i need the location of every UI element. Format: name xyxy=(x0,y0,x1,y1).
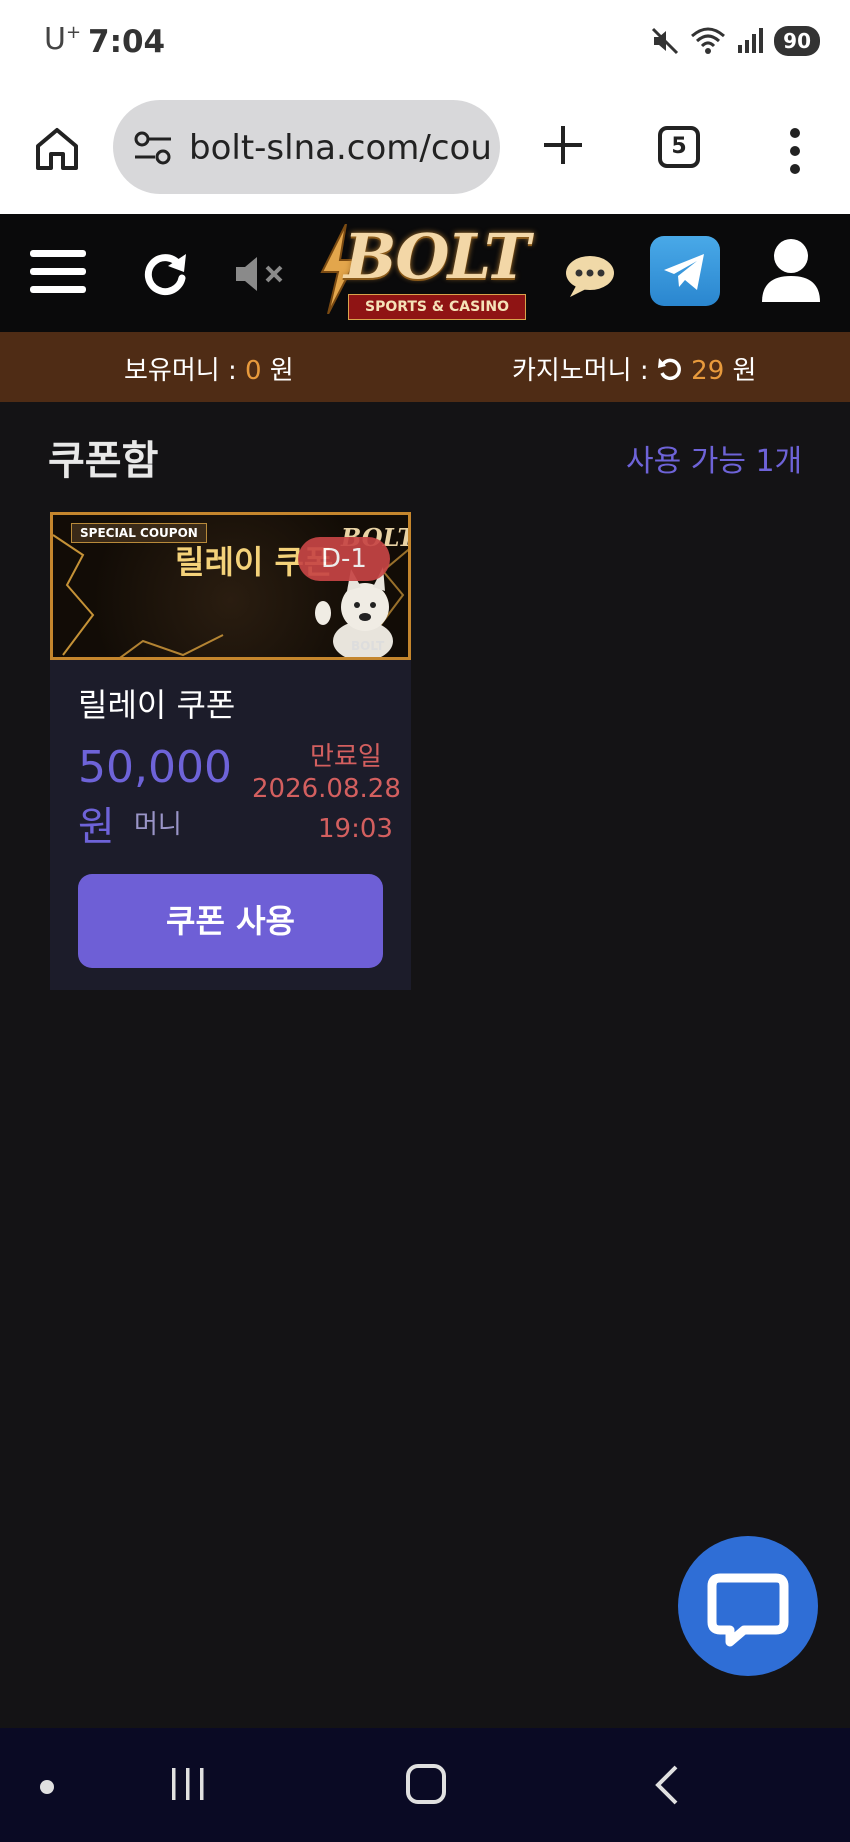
balance-bar: 보유머니 : 0 원 카지노머니 : 29 원 xyxy=(0,332,850,402)
coupon-amount: 50,000 xyxy=(78,742,232,793)
chat-bubble-icon[interactable] xyxy=(564,254,616,298)
expiry-time: 19:03 xyxy=(318,814,393,844)
live-chat-button[interactable] xyxy=(678,1536,818,1676)
carrier-label: U+ xyxy=(44,22,82,57)
wifi-icon xyxy=(691,27,726,54)
new-tab-icon[interactable] xyxy=(538,120,588,170)
refresh-icon[interactable] xyxy=(140,248,190,298)
casino-money-unit: 원 xyxy=(724,356,757,386)
nav-indicator-dot xyxy=(40,1780,54,1794)
coupon-amount-unit: 원 xyxy=(78,804,115,850)
expiry-label: 만료일 xyxy=(310,742,382,772)
coupon-card: SPECIAL COUPON 릴레이 쿠폰 BOLT D-1 BOLT 릴레이 … xyxy=(50,512,411,990)
coupon-money-label: 머니 xyxy=(134,810,182,840)
telegram-button[interactable] xyxy=(650,236,720,306)
address-bar[interactable]: bolt-slna.com/cou xyxy=(113,100,500,194)
more-menu-icon[interactable] xyxy=(780,126,810,176)
site-header: BOLT SPORTS & CASINO xyxy=(0,214,850,332)
back-icon[interactable] xyxy=(652,1764,682,1806)
expiry-date: 2026.08.28 xyxy=(252,774,401,804)
clock: 7:04 xyxy=(88,24,166,60)
banner-brand-small: BOLT xyxy=(351,639,385,653)
site-settings-icon[interactable] xyxy=(133,130,173,166)
url-text: bolt-slna.com/cou xyxy=(189,128,492,168)
holding-money: 보유머니 : 0 원 xyxy=(124,350,294,387)
mute-status-icon xyxy=(652,27,679,55)
logo-wordmark: BOLT xyxy=(344,220,530,293)
refresh-balance-icon[interactable] xyxy=(657,356,683,382)
holding-money-label: 보유머니 : xyxy=(124,356,245,386)
holding-money-unit: 원 xyxy=(261,356,294,386)
telegram-icon xyxy=(664,254,704,290)
chat-icon xyxy=(707,1573,789,1647)
coupon-banner: SPECIAL COUPON 릴레이 쿠폰 BOLT D-1 BOLT xyxy=(50,512,411,660)
system-nav-bar xyxy=(0,1728,850,1842)
available-count: 사용 가능 1개 xyxy=(626,444,803,479)
hamburger-menu-icon[interactable] xyxy=(30,248,86,296)
sound-muted-icon[interactable] xyxy=(234,254,286,294)
browser-toolbar: bolt-slna.com/cou 5 xyxy=(0,90,850,216)
logo-subtitle: SPORTS & CASINO xyxy=(348,294,526,320)
signal-icon xyxy=(738,28,764,53)
use-coupon-button[interactable]: 쿠폰 사용 xyxy=(78,874,383,968)
coupon-name: 릴레이 쿠폰 xyxy=(78,686,236,724)
page-title: 쿠폰함 xyxy=(48,438,159,484)
battery-badge: 90 xyxy=(774,26,820,56)
home-icon[interactable] xyxy=(32,124,82,174)
bolt-logo[interactable]: BOLT SPORTS & CASINO xyxy=(314,220,538,322)
dday-badge: D-1 xyxy=(298,537,390,581)
tab-switcher-button[interactable]: 5 xyxy=(658,126,700,168)
recent-apps-icon[interactable] xyxy=(168,1766,208,1802)
status-icons: 90 xyxy=(650,26,820,56)
home-nav-icon[interactable] xyxy=(406,1764,446,1804)
status-bar: U+ 7:04 90 xyxy=(0,0,850,90)
user-profile-icon[interactable] xyxy=(760,236,822,306)
casino-money: 카지노머니 : 29 원 xyxy=(512,350,756,387)
holding-money-value: 0 xyxy=(244,356,262,386)
casino-money-label: 카지노머니 : xyxy=(512,356,657,386)
casino-money-value: 29 xyxy=(691,356,725,386)
